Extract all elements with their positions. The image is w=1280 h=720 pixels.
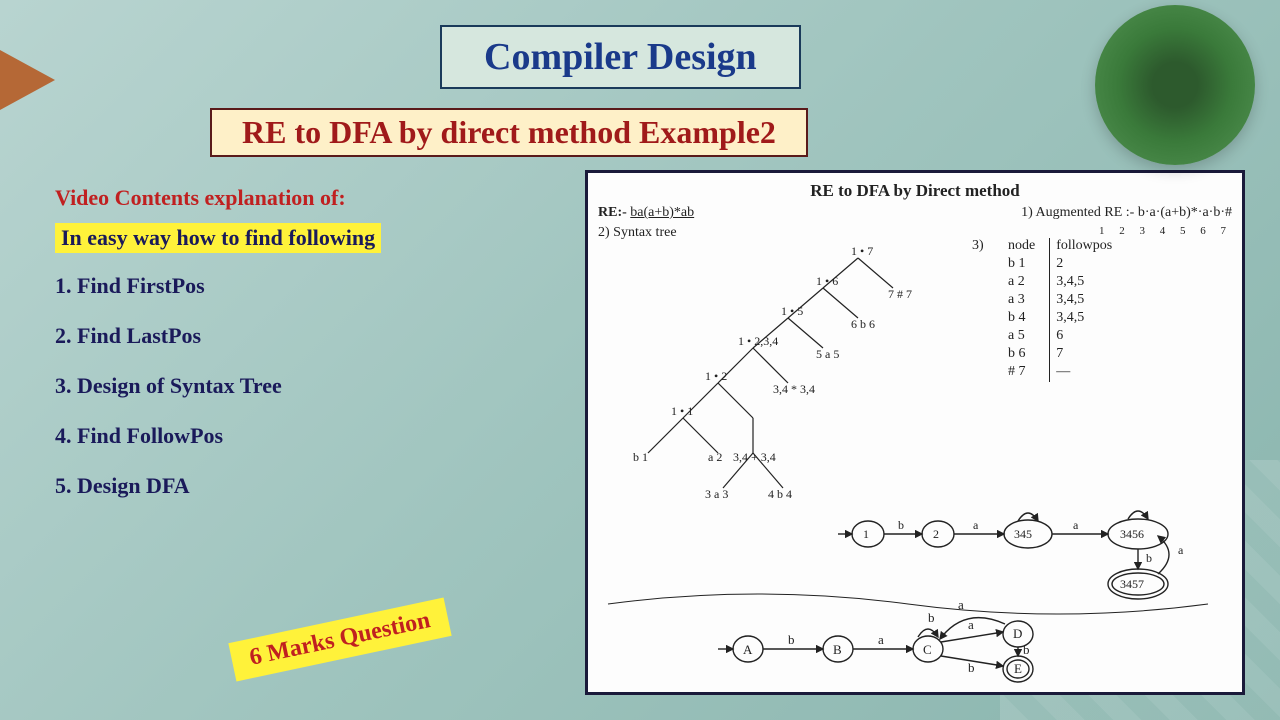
svg-text:3 a 3: 3 a 3 bbox=[705, 487, 728, 501]
svg-text:a: a bbox=[1073, 518, 1079, 532]
svg-text:C: C bbox=[923, 642, 932, 657]
svg-text:a: a bbox=[1138, 504, 1144, 507]
svg-text:345: 345 bbox=[1014, 527, 1032, 541]
svg-text:a: a bbox=[973, 518, 979, 532]
list-item: 2. Find LastPos bbox=[55, 323, 565, 349]
svg-text:1 • 2,3,4: 1 • 2,3,4 bbox=[738, 334, 778, 348]
svg-text:b: b bbox=[968, 660, 975, 675]
svg-text:b 1: b 1 bbox=[633, 450, 648, 464]
svg-text:b: b bbox=[1023, 642, 1030, 657]
re-label: RE:- bbox=[598, 205, 627, 220]
subtitle-box: RE to DFA by direct method Example2 bbox=[210, 108, 808, 157]
title-box: Compiler Design bbox=[440, 25, 801, 89]
re-value: ba(a+b)*ab bbox=[630, 205, 694, 220]
diagram-panel: RE to DFA by Direct method RE:- ba(a+b)*… bbox=[585, 170, 1245, 695]
svg-text:4 b 4: 4 b 4 bbox=[768, 487, 792, 501]
svg-text:1 • 5: 1 • 5 bbox=[781, 304, 803, 318]
plant-decor bbox=[1095, 5, 1255, 165]
svg-text:5 a 5: 5 a 5 bbox=[816, 347, 839, 361]
th-node: node bbox=[1002, 238, 1050, 256]
svg-text:6 b 6: 6 b 6 bbox=[851, 317, 875, 331]
list-item: 1. Find FirstPos bbox=[55, 273, 565, 299]
svg-text:1 • 6: 1 • 6 bbox=[816, 274, 838, 288]
aug-value: b·a·(a+b)*·a·b·# bbox=[1138, 205, 1232, 220]
svg-text:b: b bbox=[1028, 504, 1034, 507]
content-highlight: In easy way how to find following bbox=[55, 223, 381, 253]
marks-badge: 6 Marks Question bbox=[228, 598, 451, 682]
svg-text:3,4 + 3,4: 3,4 + 3,4 bbox=[733, 450, 776, 464]
svg-text:1: 1 bbox=[863, 527, 869, 541]
svg-text:3456: 3456 bbox=[1120, 527, 1144, 541]
th-followpos: followpos bbox=[1050, 238, 1127, 256]
svg-text:1 • 7: 1 • 7 bbox=[851, 244, 873, 258]
svg-text:a: a bbox=[878, 632, 884, 647]
svg-text:a: a bbox=[1178, 543, 1184, 557]
content-heading: Video Contents explanation of: bbox=[55, 185, 565, 211]
aug-label: 1) Augmented RE :- bbox=[1021, 205, 1134, 220]
svg-text:E: E bbox=[1014, 661, 1022, 676]
svg-text:b: b bbox=[928, 610, 935, 625]
svg-text:2: 2 bbox=[933, 527, 939, 541]
diagram-heading: RE to DFA by Direct method bbox=[598, 181, 1232, 201]
step2-label: 2) Syntax tree bbox=[598, 225, 677, 241]
svg-text:3,4 * 3,4: 3,4 * 3,4 bbox=[773, 382, 815, 396]
svg-text:b: b bbox=[898, 518, 904, 532]
svg-text:b: b bbox=[1146, 551, 1152, 565]
arrow-decor bbox=[0, 50, 55, 110]
svg-text:b: b bbox=[788, 632, 795, 647]
svg-text:1 • 2: 1 • 2 bbox=[705, 369, 727, 383]
svg-text:B: B bbox=[833, 642, 842, 657]
list-item: 4. Find FollowPos bbox=[55, 423, 565, 449]
svg-text:1 • 1: 1 • 1 bbox=[671, 404, 693, 418]
content-area: Video Contents explanation of: In easy w… bbox=[55, 185, 565, 523]
list-item: 3. Design of Syntax Tree bbox=[55, 373, 565, 399]
followpos-table: 3) nodefollowpos b 12 a 23,4,5 a 33,4,5 … bbox=[1002, 238, 1232, 382]
svg-text:a 2: a 2 bbox=[708, 450, 722, 464]
list-item: 5. Design DFA bbox=[55, 473, 565, 499]
svg-text:a: a bbox=[958, 597, 964, 612]
svg-text:D: D bbox=[1013, 626, 1022, 641]
svg-text:7 # 7: 7 # 7 bbox=[888, 287, 912, 301]
re-row: RE:- ba(a+b)*ab 1) Augmented RE :- b·a·(… bbox=[598, 205, 1232, 221]
step3-label: 3) bbox=[972, 238, 984, 254]
svg-text:A: A bbox=[743, 642, 753, 657]
svg-text:3457: 3457 bbox=[1120, 577, 1144, 591]
svg-text:a: a bbox=[968, 617, 974, 632]
dfa-area: 1 2 345 3456 3457 b a a b a b a bbox=[598, 504, 1218, 684]
